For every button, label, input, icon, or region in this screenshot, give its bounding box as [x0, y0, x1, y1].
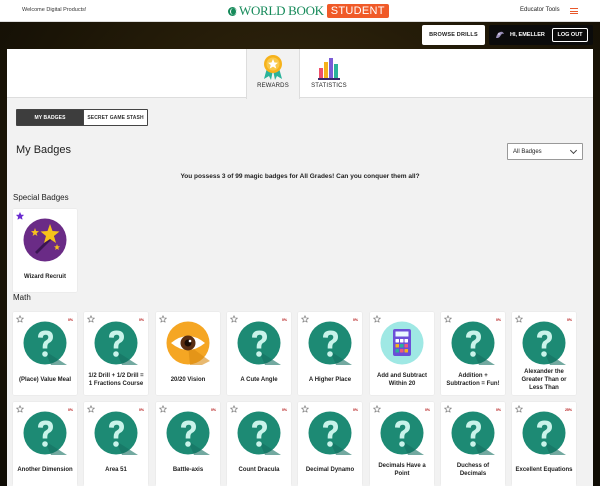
badge-progress-percent: 0% — [281, 318, 287, 322]
badge-filter-value: All Badges — [513, 148, 542, 155]
user-avatar-icon — [496, 31, 504, 38]
page-title: My Badges — [16, 144, 72, 156]
logo-student-badge: STUDENT — [326, 4, 389, 18]
badge-card[interactable]: Add and Subtract Within 20 — [370, 312, 434, 395]
badge-name: Battle-axis — [172, 467, 204, 473]
eye-badge-icon — [166, 321, 210, 365]
question-mark-badge-icon — [94, 321, 138, 365]
tab-bar: REWARDS STATISTICS — [7, 49, 593, 99]
tab-statistics[interactable]: STATISTICS — [302, 49, 356, 98]
logo-text: WORLD BOOK — [239, 3, 324, 18]
badge-progress-percent: 0% — [281, 408, 287, 412]
chevron-down-icon — [569, 146, 578, 155]
badge-name: Area 51 — [105, 467, 127, 473]
hamburger-menu-icon[interactable] — [570, 8, 578, 14]
badge-name: Decimals Have a Point — [378, 463, 426, 477]
badge-name: 20/20 Vision — [170, 377, 206, 383]
badge-card[interactable]: 0% Decimals Have a Point — [370, 402, 434, 485]
wizard-wand-badge-icon — [23, 218, 67, 262]
badge-name: Addition + Subtraction = Fun! — [446, 373, 500, 387]
question-mark-badge-icon — [237, 411, 281, 455]
badge-name: 1/2 Drill + 1/2 Drill = 1 Fractions Cour… — [88, 373, 144, 387]
question-mark-badge-icon — [451, 411, 495, 455]
badge-card[interactable]: 0% (Place) Value Meal — [13, 312, 77, 395]
question-mark-badge-icon — [522, 321, 566, 365]
badge-card[interactable]: 0% Duchess of Decimals — [441, 402, 505, 485]
tab-statistics-label: STATISTICS — [311, 83, 347, 89]
welcome-text: Welcome Digital Products! — [22, 7, 87, 13]
badge-progress-percent: 0% — [138, 318, 144, 322]
calculator-badge-icon — [380, 321, 424, 365]
badge-progress-percent: 0% — [352, 318, 358, 322]
badge-card[interactable]: 0% Addition + Subtraction = Fun! — [441, 312, 505, 395]
user-box: HI, EMELLER LOG OUT — [489, 25, 593, 45]
question-mark-badge-icon — [380, 411, 424, 455]
question-mark-badge-icon — [23, 411, 67, 455]
badge-view-toggle: MY BADGES SECRET GAME STASH — [16, 109, 148, 126]
question-mark-badge-icon — [308, 321, 352, 365]
badge-name: Excellent Equations — [515, 467, 573, 473]
badge-name: Decimal Dynamo — [305, 467, 355, 473]
world-book-student-logo[interactable]: WORLD BOOK STUDENT — [228, 2, 389, 20]
badge-progress-percent: 25% — [564, 408, 572, 412]
badge-progress-percent: 0% — [210, 408, 216, 412]
badge-name: Another Dimension — [17, 467, 73, 473]
main-panel: REWARDS STATISTICS MY BADGES SECRET GAME… — [7, 49, 593, 486]
badge-progress-percent: 0% — [495, 318, 501, 322]
bar-chart-icon — [318, 58, 340, 80]
question-mark-badge-icon — [23, 321, 67, 365]
badge-card[interactable]: 25% Excellent Equations — [512, 402, 576, 485]
badge-progress-percent: 0% — [67, 408, 73, 412]
badge-card[interactable]: 0% Decimal Dynamo — [298, 402, 362, 485]
badge-name: (Place) Value Meal — [18, 377, 72, 383]
badge-card[interactable]: Wizard Recruit — [13, 209, 77, 292]
badge-progress-percent: 0% — [495, 408, 501, 412]
badge-card[interactable]: 0% Count Dracula — [227, 402, 291, 485]
tab-rewards-label: REWARDS — [257, 83, 289, 89]
globe-icon — [228, 6, 237, 16]
educator-tools-link[interactable]: Educator Tools — [520, 7, 560, 13]
badge-name: Add and Subtract Within 20 — [376, 373, 427, 387]
badge-card[interactable]: 0% Area 51 — [84, 402, 148, 485]
question-mark-badge-icon — [522, 411, 566, 455]
badge-card[interactable]: 0% Alexander the Greater Than or Less Tha… — [512, 312, 576, 395]
top-bar: Welcome Digital Products! WORLD BOOK STU… — [0, 0, 600, 22]
browse-drills-button[interactable]: BROWSE DRILLS — [422, 25, 485, 45]
badge-card[interactable]: 20/20 Vision — [156, 312, 220, 395]
question-mark-badge-icon — [166, 411, 210, 455]
badge-name: Duchess of Decimals — [456, 463, 490, 477]
badge-card[interactable]: 0% 1/2 Drill + 1/2 Drill = 1 Fractions Co… — [84, 312, 148, 395]
badge-progress-percent: 0% — [67, 318, 73, 322]
badge-name: Wizard Recruit — [24, 274, 66, 280]
section-math: Math — [13, 293, 31, 302]
badge-progress-percent: 0% — [424, 408, 430, 412]
badge-card[interactable]: 0% Another Dimension — [13, 402, 77, 485]
badge-card[interactable]: 0% Battle-axis — [156, 402, 220, 485]
badge-filter-select[interactable]: All Badges — [507, 143, 583, 160]
badge-card[interactable]: 0% A Higher Place — [298, 312, 362, 395]
badge-name: A Cute Angle — [240, 377, 278, 383]
secret-game-stash-toggle[interactable]: SECRET GAME STASH — [83, 110, 147, 125]
badge-name: Alexander the Greater Than or Less Than — [521, 369, 567, 391]
ribbon-medal-icon — [264, 55, 282, 80]
user-greeting: HI, EMELLER — [510, 32, 545, 38]
logout-button[interactable]: LOG OUT — [552, 28, 588, 42]
tab-rewards[interactable]: REWARDS — [246, 49, 300, 99]
badge-summary: You possess 3 of 99 magic badges for All… — [180, 173, 420, 180]
my-badges-toggle[interactable]: MY BADGES — [17, 110, 83, 125]
badge-name: A Higher Place — [308, 377, 352, 383]
question-mark-badge-icon — [451, 321, 495, 365]
badge-name: Count Dracula — [238, 467, 280, 473]
badge-progress-percent: 0% — [352, 408, 358, 412]
section-special-badges: Special Badges — [13, 193, 69, 202]
badge-card[interactable]: 0% A Cute Angle — [227, 312, 291, 395]
question-mark-badge-icon — [237, 321, 281, 365]
badge-progress-percent: 0% — [566, 318, 572, 322]
question-mark-badge-icon — [94, 411, 138, 455]
badge-progress-percent: 0% — [138, 408, 144, 412]
question-mark-badge-icon — [308, 411, 352, 455]
